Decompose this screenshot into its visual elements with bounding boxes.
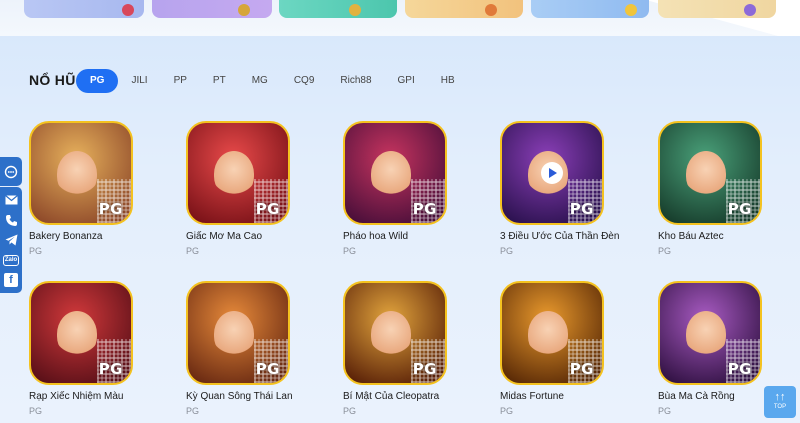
banner-tile-1[interactable]: [24, 0, 144, 18]
game-art: [686, 311, 726, 357]
game-provider: PG: [29, 246, 43, 256]
game-card[interactable]: PG Kho Báu Aztec PG: [658, 121, 800, 256]
banner-tile-5[interactable]: [531, 0, 649, 18]
provider-badge: PG: [569, 200, 594, 218]
game-art: [686, 151, 726, 197]
banner-tile-3[interactable]: [279, 0, 397, 18]
game-thumbnail[interactable]: PG: [343, 121, 447, 225]
game-card[interactable]: PG Giấc Mơ Ma Cao PG: [186, 121, 336, 256]
banner-tile-4[interactable]: [405, 0, 523, 18]
provider-badge: PG: [98, 360, 123, 378]
game-art: [57, 151, 97, 197]
game-card[interactable]: PG Rạp Xiếc Nhiệm Màu PG: [29, 281, 179, 416]
game-card[interactable]: PG Midas Fortune PG: [500, 281, 650, 416]
tab-mg[interactable]: MG: [239, 69, 281, 93]
game-art: [214, 311, 254, 357]
game-provider: PG: [658, 246, 672, 256]
arrow-up-icon: ↑↑: [774, 391, 786, 403]
game-art: [371, 311, 411, 357]
game-thumbnail[interactable]: PG: [500, 121, 604, 225]
game-name[interactable]: Rạp Xiếc Nhiệm Màu: [29, 391, 179, 402]
game-name[interactable]: Kỳ Quan Sông Thái Lan: [186, 391, 336, 402]
game-card[interactable]: PG Bakery Bonanza PG: [29, 121, 179, 256]
game-card[interactable]: PG Bí Mật Của Cleopatra PG: [343, 281, 493, 416]
game-art: [57, 311, 97, 357]
top-label: TOP: [773, 404, 787, 410]
banner-tile-6[interactable]: [658, 0, 776, 18]
provider-badge: PG: [569, 360, 594, 378]
game-provider: PG: [500, 246, 514, 256]
category-title: NỔ HŨ: [29, 72, 76, 88]
game-provider: PG: [500, 406, 514, 416]
scroll-to-top-button[interactable]: ↑↑ TOP: [764, 386, 796, 418]
game-thumbnail[interactable]: PG: [658, 281, 762, 385]
game-name[interactable]: Giấc Mơ Ma Cao: [186, 231, 336, 242]
game-provider: PG: [29, 406, 43, 416]
tab-rich88[interactable]: Rich88: [327, 69, 384, 93]
game-card[interactable]: PG Kỳ Quan Sông Thái Lan PG: [186, 281, 336, 416]
game-card[interactable]: PG Pháo hoa Wild PG: [343, 121, 493, 256]
mail-icon[interactable]: [4, 193, 18, 207]
game-art: [371, 151, 411, 197]
banner-tile-2[interactable]: [152, 0, 272, 18]
game-provider: PG: [186, 246, 200, 256]
game-provider: PG: [343, 246, 357, 256]
tab-hb[interactable]: HB: [428, 69, 468, 93]
game-thumbnail[interactable]: PG: [658, 121, 762, 225]
game-name[interactable]: Bí Mật Của Cleopatra: [343, 391, 493, 402]
game-name[interactable]: Pháo hoa Wild: [343, 231, 493, 242]
provider-badge: PG: [412, 360, 437, 378]
game-name[interactable]: 3 Điều Ước Của Thần Đèn: [500, 231, 650, 242]
provider-badge: PG: [98, 200, 123, 218]
game-name[interactable]: Bakery Bonanza: [29, 231, 179, 242]
tab-pp[interactable]: PP: [161, 69, 200, 93]
telegram-icon[interactable]: [4, 233, 18, 247]
tab-gpi[interactable]: GPI: [385, 69, 428, 93]
tab-cq9[interactable]: CQ9: [281, 69, 328, 93]
game-thumbnail[interactable]: PG: [29, 281, 133, 385]
game-thumbnail[interactable]: PG: [186, 281, 290, 385]
phone-icon[interactable]: [4, 213, 18, 227]
provider-badge: PG: [727, 200, 752, 218]
facebook-label: f: [9, 274, 13, 286]
zalo-icon[interactable]: Zalo: [2, 253, 20, 267]
chat-bubble-icon[interactable]: [4, 165, 18, 179]
provider-badge: PG: [412, 200, 437, 218]
game-art: [214, 151, 254, 197]
zalo-label: Zalo: [2, 254, 20, 266]
game-thumbnail[interactable]: PG: [500, 281, 604, 385]
social-rail: Zalo f: [0, 187, 22, 293]
provider-badge: PG: [255, 360, 280, 378]
play-icon[interactable]: [541, 162, 563, 184]
game-thumbnail[interactable]: PG: [343, 281, 447, 385]
game-name[interactable]: Midas Fortune: [500, 391, 650, 402]
game-provider: PG: [186, 406, 200, 416]
support-rail-top: [0, 157, 22, 186]
provider-badge: PG: [255, 200, 280, 218]
game-art: [528, 311, 568, 357]
tab-pt[interactable]: PT: [200, 69, 239, 93]
tab-pg[interactable]: PG: [76, 69, 119, 93]
game-name[interactable]: Kho Báu Aztec: [658, 231, 800, 242]
top-banner-strip: [0, 0, 800, 36]
game-provider: PG: [343, 406, 357, 416]
facebook-icon[interactable]: f: [4, 273, 18, 287]
game-thumbnail[interactable]: PG: [186, 121, 290, 225]
game-card[interactable]: PG 3 Điều Ước Của Thần Đèn PG: [500, 121, 650, 256]
provider-tabs: PG JILI PP PT MG CQ9 Rich88 GPI HB: [76, 69, 468, 93]
tab-jili[interactable]: JILI: [118, 69, 160, 93]
game-thumbnail[interactable]: PG: [29, 121, 133, 225]
provider-badge: PG: [727, 360, 752, 378]
